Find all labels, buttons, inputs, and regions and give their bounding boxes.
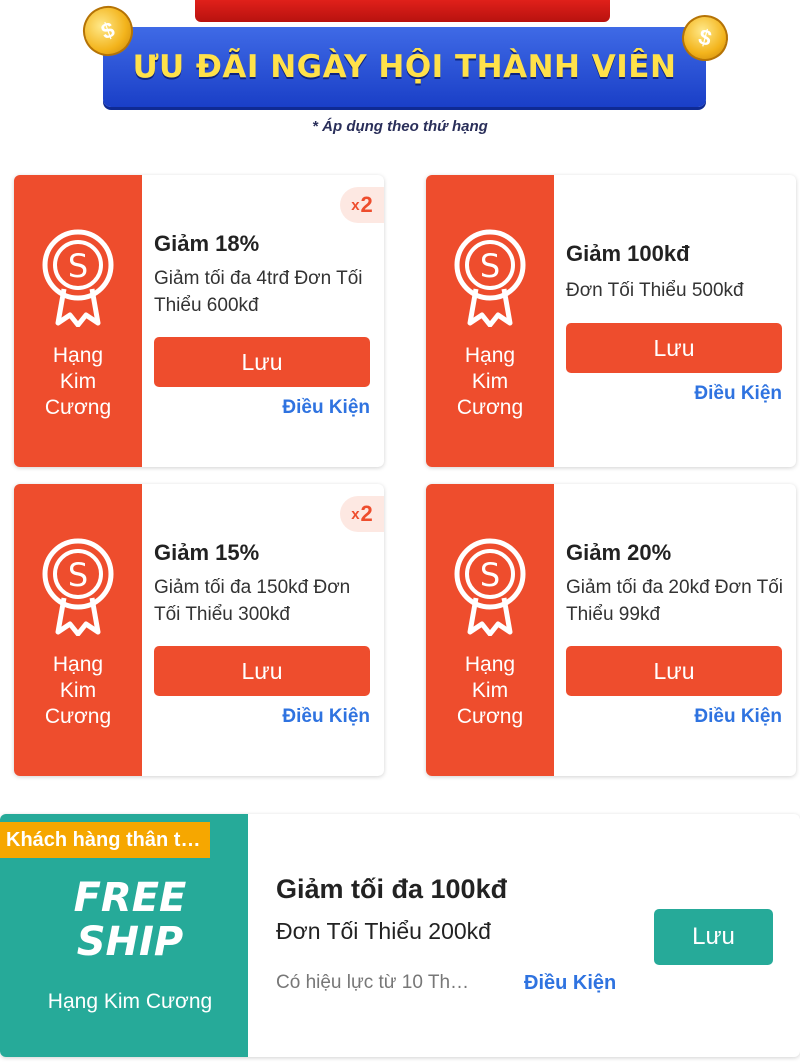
conditions-link[interactable]: Điều Kiện bbox=[282, 706, 370, 728]
voucher-card: S Hạng Kim Cương x2 Giảm 18% Giảm tối đa… bbox=[14, 175, 384, 467]
voucher-description: Giảm tối đa 150kđ Đơn Tối Thiểu 300kđ bbox=[154, 577, 351, 625]
voucher-title: Giảm 20% bbox=[566, 540, 672, 565]
member-day-banner: ƯU ĐÃI NGÀY HỘI THÀNH VIÊN bbox=[103, 27, 706, 107]
voucher-card: S Hạng Kim Cương Giảm 20% Giảm tối đa 20… bbox=[426, 484, 796, 776]
loyal-customer-tag: Khách hàng thân t… bbox=[0, 822, 211, 858]
voucher-stub: S Hạng Kim Cương bbox=[426, 175, 554, 467]
svg-text:S: S bbox=[480, 556, 500, 594]
voucher-stub: S Hạng Kim Cương bbox=[426, 484, 554, 776]
save-voucher-button[interactable]: Lưu bbox=[654, 909, 773, 965]
rank-label: Hạng Kim Cương bbox=[456, 344, 524, 419]
conditions-link[interactable]: Điều Kiện bbox=[524, 972, 616, 995]
voucher-card: S Hạng Kim Cương x2 Giảm 15% Giảm tối đa… bbox=[14, 484, 384, 776]
rank-label: Hạng Kim Cương bbox=[44, 653, 112, 728]
voucher-stub: S Hạng Kim Cương bbox=[14, 484, 142, 776]
conditions-link[interactable]: Điều Kiện bbox=[282, 397, 370, 419]
banner-top-strip bbox=[195, 0, 610, 22]
conditions-link[interactable]: Điều Kiện bbox=[694, 383, 782, 405]
save-voucher-button[interactable]: Lưu bbox=[154, 646, 370, 696]
banner-note: * Áp dụng theo thứ hạng bbox=[312, 118, 488, 135]
banner-title: ƯU ĐÃI NGÀY HỘI THÀNH VIÊN bbox=[132, 49, 677, 85]
voucher-title: Giảm tối đa 100kđ bbox=[276, 874, 508, 904]
svg-text:S: S bbox=[68, 247, 88, 285]
shopee-medal-icon: S bbox=[454, 538, 526, 636]
svg-text:S: S bbox=[68, 556, 88, 594]
conditions-link[interactable]: Điều Kiện bbox=[694, 706, 782, 728]
save-voucher-button[interactable]: Lưu bbox=[566, 646, 782, 696]
voucher-stub: S Hạng Kim Cương bbox=[14, 175, 142, 467]
shopee-medal-icon: S bbox=[42, 229, 114, 327]
voucher-description: Đơn Tối Thiểu 200kđ bbox=[276, 918, 491, 944]
freeship-voucher-card: FREE SHIP Hạng Kim Cương Khách hàng thân… bbox=[0, 814, 800, 1057]
voucher-card: S Hạng Kim Cương Giảm 100kđ Đơn Tối Thiể… bbox=[426, 175, 796, 467]
freeship-logo: FREE SHIP bbox=[73, 875, 187, 965]
voucher-title: Giảm 100kđ bbox=[566, 241, 690, 266]
voucher-description: Giảm tối đa 4trđ Đơn Tối Thiểu 600kđ bbox=[154, 268, 363, 316]
validity-text: Có hiệu lực từ 10 Th… bbox=[276, 972, 470, 993]
rank-label: Hạng Kim Cương bbox=[456, 653, 524, 728]
voucher-title: Giảm 15% bbox=[154, 540, 260, 565]
voucher-description: Giảm tối đa 20kđ Đơn Tối Thiểu 99kđ bbox=[566, 577, 783, 625]
rank-label: Hạng Kim Cương bbox=[47, 990, 213, 1013]
shopee-medal-icon: S bbox=[454, 229, 526, 327]
voucher-description: Đơn Tối Thiểu 500kđ bbox=[566, 280, 744, 301]
svg-text:S: S bbox=[480, 247, 500, 285]
rank-label: Hạng Kim Cương bbox=[44, 344, 112, 419]
shopee-medal-icon: S bbox=[42, 538, 114, 636]
save-voucher-button[interactable]: Lưu bbox=[566, 323, 782, 373]
voucher-title: Giảm 18% bbox=[154, 231, 260, 256]
save-voucher-button[interactable]: Lưu bbox=[154, 337, 370, 387]
